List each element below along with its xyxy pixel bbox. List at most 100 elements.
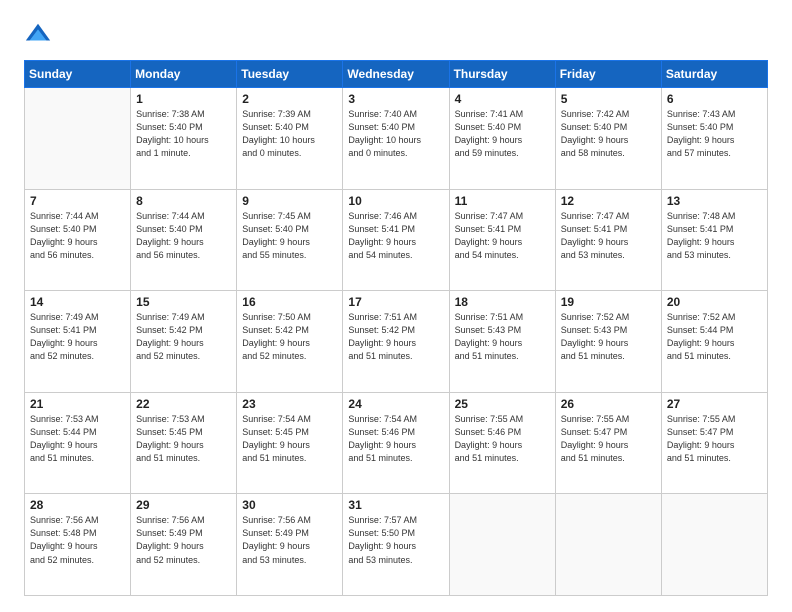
dow-header-thursday: Thursday [449,61,555,88]
day-info: Sunrise: 7:42 AM Sunset: 5:40 PM Dayligh… [561,108,656,160]
calendar-cell [661,494,767,596]
calendar-cell: 28 Sunrise: 7:56 AM Sunset: 5:48 PM Dayli… [25,494,131,596]
dow-header-saturday: Saturday [661,61,767,88]
dow-header-tuesday: Tuesday [237,61,343,88]
day-info: Sunrise: 7:41 AM Sunset: 5:40 PM Dayligh… [455,108,550,160]
calendar-cell: 9 Sunrise: 7:45 AM Sunset: 5:40 PM Daylig… [237,189,343,291]
calendar-body: 1 Sunrise: 7:38 AM Sunset: 5:40 PM Daylig… [25,88,768,596]
day-info: Sunrise: 7:52 AM Sunset: 5:43 PM Dayligh… [561,311,656,363]
day-number: 16 [242,295,337,309]
day-info: Sunrise: 7:46 AM Sunset: 5:41 PM Dayligh… [348,210,443,262]
dow-header-sunday: Sunday [25,61,131,88]
day-info: Sunrise: 7:45 AM Sunset: 5:40 PM Dayligh… [242,210,337,262]
day-number: 28 [30,498,125,512]
day-info: Sunrise: 7:53 AM Sunset: 5:45 PM Dayligh… [136,413,231,465]
day-info: Sunrise: 7:44 AM Sunset: 5:40 PM Dayligh… [30,210,125,262]
day-of-week-row: SundayMondayTuesdayWednesdayThursdayFrid… [25,61,768,88]
day-number: 1 [136,92,231,106]
day-number: 10 [348,194,443,208]
calendar-cell: 18 Sunrise: 7:51 AM Sunset: 5:43 PM Dayli… [449,291,555,393]
day-number: 27 [667,397,762,411]
day-number: 13 [667,194,762,208]
day-number: 7 [30,194,125,208]
calendar-cell: 2 Sunrise: 7:39 AM Sunset: 5:40 PM Daylig… [237,88,343,190]
day-info: Sunrise: 7:56 AM Sunset: 5:49 PM Dayligh… [136,514,231,566]
calendar-cell [555,494,661,596]
week-row-5: 28 Sunrise: 7:56 AM Sunset: 5:48 PM Dayli… [25,494,768,596]
day-info: Sunrise: 7:54 AM Sunset: 5:45 PM Dayligh… [242,413,337,465]
day-number: 8 [136,194,231,208]
dow-header-wednesday: Wednesday [343,61,449,88]
calendar-cell: 11 Sunrise: 7:47 AM Sunset: 5:41 PM Dayli… [449,189,555,291]
day-number: 30 [242,498,337,512]
day-info: Sunrise: 7:38 AM Sunset: 5:40 PM Dayligh… [136,108,231,160]
calendar-cell: 17Sunrise: 7:51 AM Sunset: 5:42 PM Dayli… [343,291,449,393]
day-info: Sunrise: 7:53 AM Sunset: 5:44 PM Dayligh… [30,413,125,465]
calendar-cell: 5 Sunrise: 7:42 AM Sunset: 5:40 PM Daylig… [555,88,661,190]
day-number: 21 [30,397,125,411]
calendar-cell: 25Sunrise: 7:55 AM Sunset: 5:46 PM Dayli… [449,392,555,494]
calendar-table: SundayMondayTuesdayWednesdayThursdayFrid… [24,60,768,596]
calendar-cell: 12 Sunrise: 7:47 AM Sunset: 5:41 PM Dayli… [555,189,661,291]
calendar-cell: 6Sunrise: 7:43 AM Sunset: 5:40 PM Daylig… [661,88,767,190]
day-number: 2 [242,92,337,106]
calendar-cell: 16Sunrise: 7:50 AM Sunset: 5:42 PM Dayli… [237,291,343,393]
day-number: 15 [136,295,231,309]
day-number: 24 [348,397,443,411]
page: SundayMondayTuesdayWednesdayThursdayFrid… [0,0,792,612]
day-info: Sunrise: 7:55 AM Sunset: 5:47 PM Dayligh… [667,413,762,465]
calendar-cell: 13 Sunrise: 7:48 AM Sunset: 5:41 PM Dayli… [661,189,767,291]
day-number: 23 [242,397,337,411]
calendar-cell: 24 Sunrise: 7:54 AM Sunset: 5:46 PM Dayli… [343,392,449,494]
day-number: 14 [30,295,125,309]
week-row-1: 1 Sunrise: 7:38 AM Sunset: 5:40 PM Daylig… [25,88,768,190]
day-number: 9 [242,194,337,208]
day-number: 29 [136,498,231,512]
calendar-cell: 23 Sunrise: 7:54 AM Sunset: 5:45 PM Dayli… [237,392,343,494]
day-info: Sunrise: 7:43 AM Sunset: 5:40 PM Dayligh… [667,108,762,160]
calendar-cell: 26Sunrise: 7:55 AM Sunset: 5:47 PM Dayli… [555,392,661,494]
calendar-cell: 20 Sunrise: 7:52 AM Sunset: 5:44 PM Dayli… [661,291,767,393]
day-number: 31 [348,498,443,512]
day-number: 11 [455,194,550,208]
dow-header-friday: Friday [555,61,661,88]
logo-icon [24,20,52,48]
day-number: 5 [561,92,656,106]
day-info: Sunrise: 7:40 AM Sunset: 5:40 PM Dayligh… [348,108,443,160]
day-number: 4 [455,92,550,106]
day-info: Sunrise: 7:51 AM Sunset: 5:43 PM Dayligh… [455,311,550,363]
logo [24,20,56,48]
day-info: Sunrise: 7:57 AM Sunset: 5:50 PM Dayligh… [348,514,443,566]
day-info: Sunrise: 7:48 AM Sunset: 5:41 PM Dayligh… [667,210,762,262]
calendar-cell: 27 Sunrise: 7:55 AM Sunset: 5:47 PM Dayli… [661,392,767,494]
day-info: Sunrise: 7:49 AM Sunset: 5:42 PM Dayligh… [136,311,231,363]
day-number: 26 [561,397,656,411]
day-info: Sunrise: 7:47 AM Sunset: 5:41 PM Dayligh… [561,210,656,262]
calendar-cell: 3 Sunrise: 7:40 AM Sunset: 5:40 PM Daylig… [343,88,449,190]
calendar-cell: 30 Sunrise: 7:56 AM Sunset: 5:49 PM Dayli… [237,494,343,596]
day-number: 20 [667,295,762,309]
day-number: 18 [455,295,550,309]
dow-header-monday: Monday [131,61,237,88]
day-info: Sunrise: 7:54 AM Sunset: 5:46 PM Dayligh… [348,413,443,465]
week-row-2: 7 Sunrise: 7:44 AM Sunset: 5:40 PM Daylig… [25,189,768,291]
calendar-cell: 21 Sunrise: 7:53 AM Sunset: 5:44 PM Dayli… [25,392,131,494]
calendar-cell: 31 Sunrise: 7:57 AM Sunset: 5:50 PM Dayli… [343,494,449,596]
calendar-cell: 10 Sunrise: 7:46 AM Sunset: 5:41 PM Dayli… [343,189,449,291]
calendar-cell: 4 Sunrise: 7:41 AM Sunset: 5:40 PM Daylig… [449,88,555,190]
day-info: Sunrise: 7:49 AM Sunset: 5:41 PM Dayligh… [30,311,125,363]
week-row-4: 21 Sunrise: 7:53 AM Sunset: 5:44 PM Dayli… [25,392,768,494]
day-info: Sunrise: 7:56 AM Sunset: 5:49 PM Dayligh… [242,514,337,566]
day-info: Sunrise: 7:55 AM Sunset: 5:46 PM Dayligh… [455,413,550,465]
week-row-3: 14 Sunrise: 7:49 AM Sunset: 5:41 PM Dayli… [25,291,768,393]
day-info: Sunrise: 7:39 AM Sunset: 5:40 PM Dayligh… [242,108,337,160]
calendar-cell: 15 Sunrise: 7:49 AM Sunset: 5:42 PM Dayli… [131,291,237,393]
day-number: 12 [561,194,656,208]
day-info: Sunrise: 7:56 AM Sunset: 5:48 PM Dayligh… [30,514,125,566]
day-number: 19 [561,295,656,309]
calendar-cell: 22Sunrise: 7:53 AM Sunset: 5:45 PM Dayli… [131,392,237,494]
day-number: 3 [348,92,443,106]
calendar-cell: 19 Sunrise: 7:52 AM Sunset: 5:43 PM Dayli… [555,291,661,393]
day-info: Sunrise: 7:52 AM Sunset: 5:44 PM Dayligh… [667,311,762,363]
day-info: Sunrise: 7:47 AM Sunset: 5:41 PM Dayligh… [455,210,550,262]
